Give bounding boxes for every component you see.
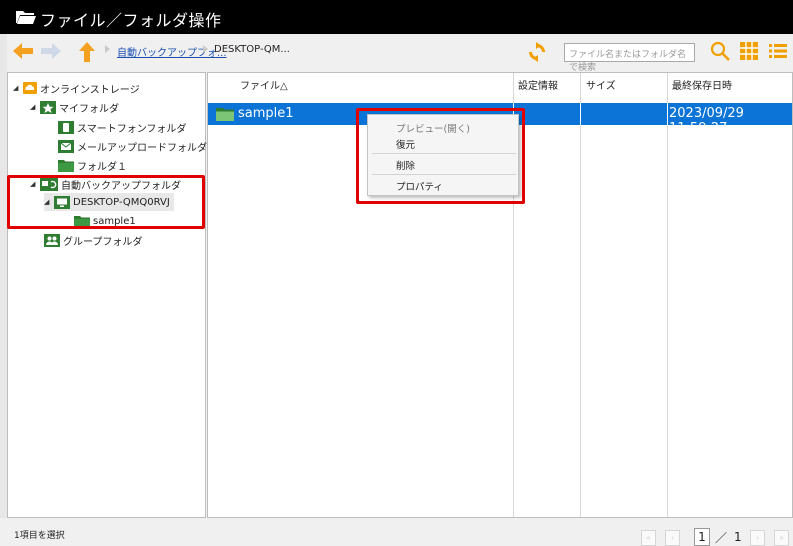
column-header-file[interactable]: ファイル△ [240,73,288,101]
tree-label: スマートフォンフォルダ [77,123,187,135]
expand-arrow-icon[interactable]: ◢ [30,103,40,111]
page-separator: ／ [715,531,728,545]
next-page-button[interactable]: › [750,530,765,546]
cloud-storage-icon [23,82,37,94]
tree-item-group-folder[interactable]: グループフォルダ [44,231,142,249]
breadcrumb-current: DESKTOP-QM... [214,44,290,55]
tree-label: フォルダ１ [77,161,127,173]
column-divider [667,73,668,517]
tree-label: グループフォルダ [63,236,143,248]
column-divider [580,103,581,125]
mail-folder-icon [58,139,74,153]
last-page-button[interactable]: » [774,530,789,546]
breadcrumb-separator-icon [203,45,208,53]
title-bar: ファイル／フォルダ操作 [0,0,793,34]
back-arrow-icon[interactable] [13,42,33,63]
grid-view-icon[interactable] [740,42,758,63]
file-modified-date: 2023/09/29 11:59:27 [669,106,744,136]
folder-tree: ◢ オンラインストレージ ◢ マイフォルダ スマートフォンフォルダ メールアップ… [7,72,207,518]
folder-icon [58,159,74,172]
tree-item-mail-upload-folder[interactable]: メールアップロードフォルダ [58,137,207,155]
column-header-modified[interactable]: 最終保存日時 [672,73,732,101]
prev-page-button[interactable]: ‹ [665,530,680,546]
search-icon[interactable] [710,41,730,64]
expand-arrow-icon[interactable]: ◢ [13,84,23,92]
up-arrow-icon[interactable] [79,42,95,65]
tree-item-smartphone-folder[interactable]: スマートフォンフォルダ [58,118,186,136]
status-bar: 1項目を選択 « ‹ 1 ／ 1 › » [0,518,793,546]
column-header-size[interactable]: サイズ [586,73,616,101]
my-folder-icon [40,100,56,114]
tree-item-my-folder[interactable]: ◢ マイフォルダ [30,98,119,116]
selection-status: 1項目を選択 [14,531,65,541]
tree-label: メールアップロードフォルダ [77,142,207,154]
page-total: 1 [734,530,742,544]
list-view-icon[interactable] [769,43,787,62]
forward-arrow-icon[interactable] [41,42,61,63]
tree-label: オンラインストレージ [40,84,140,96]
highlight-box-tree [7,175,205,229]
folder-open-icon [16,10,36,27]
column-header-settings[interactable]: 設定情報 [518,73,558,101]
tree-label: マイフォルダ [59,103,119,115]
breadcrumb-separator-icon [105,45,110,53]
file-name: sample1 [238,106,294,121]
toolbar: 自動バックアップフォ... DESKTOP-QM... ファイル名またはフォルダ… [7,34,793,73]
smartphone-folder-icon [58,120,74,134]
search-input[interactable]: ファイル名またはフォルダ名で検索 [564,43,695,73]
highlight-box-menu [356,108,525,204]
folder-icon [216,107,234,124]
breadcrumb-link[interactable]: 自動バックアップフォ... [117,44,227,59]
page-number-input[interactable]: 1 [694,528,710,546]
window-title: ファイル／フォルダ操作 [40,11,222,30]
tree-item-folder1[interactable]: フォルダ１ [58,156,127,174]
first-page-button[interactable]: « [641,530,656,546]
refresh-icon[interactable] [527,42,547,65]
tree-item-online-storage[interactable]: ◢ オンラインストレージ [13,79,140,97]
group-folder-icon [44,233,60,247]
column-divider [580,73,581,517]
column-divider [667,103,668,125]
left-edge [0,34,7,546]
